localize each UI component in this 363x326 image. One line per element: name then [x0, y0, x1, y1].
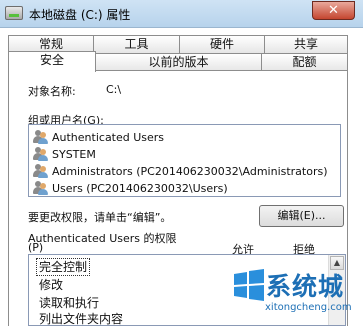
group-item[interactable]: Authenticated Users — [33, 128, 164, 146]
edit-button[interactable]: 编辑(E)... — [259, 205, 344, 227]
object-name-label: 对象名称: — [28, 85, 76, 98]
permission-row[interactable]: 完全控制 — [35, 258, 91, 276]
users-icon — [33, 130, 49, 144]
group-name: SYSTEM — [52, 147, 96, 161]
group-name: Administrators (PC201406230032\Administr… — [52, 164, 328, 178]
tab-quota[interactable]: 配额 — [262, 53, 348, 71]
object-name-value: C:\ — [106, 83, 122, 96]
watermark-text: 系统城 — [266, 272, 345, 301]
users-icon — [33, 164, 49, 178]
drive-icon — [5, 6, 23, 20]
window-title: 本地磁盘 (C:) 属性 — [29, 8, 131, 22]
permission-row[interactable]: 修改 — [39, 277, 63, 293]
group-item[interactable]: Users (PC201406230032\Users) — [33, 179, 228, 197]
watermark-url: xitongcheng.com — [265, 302, 352, 313]
windows-logo-icon — [234, 269, 264, 301]
tab-tools[interactable]: 工具 — [94, 35, 180, 53]
tab-security[interactable]: 安全 — [8, 51, 96, 72]
permission-row[interactable]: 列出文件夹内容 — [39, 311, 123, 326]
users-icon — [33, 147, 49, 161]
tab-previous-versions[interactable]: 以前的版本 — [96, 53, 262, 71]
watermark-logo: 系统城 xitongcheng.com — [232, 266, 362, 324]
title-bar: 本地磁盘 (C:) 属性 ✕ — [0, 0, 363, 28]
tab-hardware[interactable]: 硬件 — [180, 35, 265, 53]
permissions-label: Authenticated Users 的权限 — [28, 232, 177, 245]
tab-row-front: 安全 以前的版本 配额 — [8, 51, 348, 72]
group-name: Authenticated Users — [52, 130, 165, 144]
edit-hint: 要更改权限，请单击“编辑”。 — [28, 211, 172, 224]
close-button[interactable]: ✕ — [312, 1, 355, 20]
group-name: Users (PC201406230032\Users) — [52, 181, 228, 195]
permissions-label-shortcut: (P) — [28, 241, 44, 254]
group-item[interactable]: SYSTEM — [33, 145, 96, 163]
tab-sharing[interactable]: 共享 — [265, 35, 348, 53]
groups-list[interactable]: Authenticated Users SYSTEM Administrator… — [28, 124, 341, 197]
close-icon: ✕ — [328, 3, 339, 18]
permission-row[interactable]: 读取和执行 — [39, 295, 99, 311]
users-icon — [33, 181, 49, 195]
group-item[interactable]: Administrators (PC201406230032\Administr… — [33, 162, 328, 180]
